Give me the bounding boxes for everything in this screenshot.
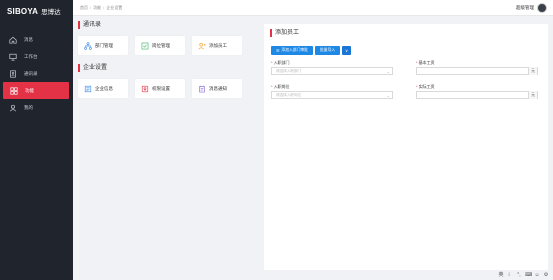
functions-panel: 通讯录 部门管理 岗位管理 添加员工 企业设置 企业信息 权限设置 消息通知	[78, 21, 258, 271]
card-label: 企业信息	[95, 85, 113, 91]
contacts-cards: 部门管理 岗位管理 添加员工	[78, 36, 258, 55]
sidebar-item-label: 通讯录	[24, 70, 38, 76]
logo-text: SIBOYA	[7, 6, 39, 16]
card-label: 添加员工	[209, 42, 227, 48]
add-user-icon	[198, 42, 206, 50]
input-method-bar: 英 ☾ °, ⌨ ☺ ⚙	[498, 271, 549, 279]
sidebar-item-label: 功能	[25, 87, 34, 93]
dept-label: *入职部门	[271, 60, 290, 65]
chevron-down-icon: ⌄	[386, 93, 390, 98]
logo-cn: 思博达	[41, 9, 61, 16]
button-label: 添加入部门审批	[281, 48, 308, 52]
contacts-section-title: 通讯录	[78, 21, 258, 29]
form-title: 添加员工	[270, 29, 299, 37]
add-employee-card[interactable]: 添加员工	[192, 36, 242, 55]
avatar[interactable]	[537, 3, 547, 13]
position-management-card[interactable]: 岗位管理	[135, 36, 185, 55]
bulk-import-button[interactable]: 批量导入	[314, 46, 341, 55]
unit-label: 元	[528, 91, 537, 99]
position-icon	[141, 42, 149, 50]
user-icon	[8, 103, 18, 113]
button-label: 批量导入	[319, 48, 336, 52]
grid-icon	[9, 86, 19, 96]
permission-settings-card[interactable]: 权限设置	[135, 79, 185, 98]
sidebar-item-messages[interactable]: 消息	[0, 31, 73, 48]
chevron-down-icon: ∨	[345, 49, 348, 53]
position-label: *入职岗位	[271, 84, 290, 89]
sidebar-item-functions[interactable]: 功能	[3, 82, 69, 99]
probation-salary-input[interactable]: 元	[416, 91, 538, 99]
add-employee-form: 添加员工 ☰ 添加入部门审批 批量导入 ∨ *入职部门 请选择入职部门 ⌄ *基…	[264, 24, 548, 270]
monitor-icon	[8, 52, 18, 62]
sidebar: SIBOYA 思博达 消息 工作台 通讯录 功能 我的	[0, 0, 73, 280]
sidebar-item-workbench[interactable]: 工作台	[0, 48, 73, 65]
position-select[interactable]: 请选择入职岗位 ⌄	[271, 91, 393, 99]
org-icon	[84, 41, 92, 50]
breadcrumb-home[interactable]: 首页	[80, 5, 88, 10]
company-cards: 企业信息 权限设置 消息通知	[78, 79, 258, 98]
breadcrumb: 首页 / 功能 / 企业设置	[80, 5, 123, 10]
form-action-buttons: ☰ 添加入部门审批 批量导入 ∨	[271, 46, 351, 55]
user-menu[interactable]: 超级管理	[516, 3, 547, 13]
chevron-down-icon: ⌄	[386, 69, 390, 74]
card-label: 权限设置	[152, 85, 170, 91]
breadcrumb-current: 企业设置	[106, 5, 123, 10]
moon-icon[interactable]: ☾	[507, 272, 513, 278]
company-section-title: 企业设置	[78, 64, 258, 72]
sidebar-item-label: 工作台	[24, 53, 38, 59]
sidebar-nav: 消息 工作台 通讯录 功能 我的	[0, 31, 73, 116]
user-name: 超级管理	[516, 5, 534, 10]
sidebar-item-mine[interactable]: 我的	[0, 99, 73, 116]
keyboard-icon[interactable]: ⌨	[525, 272, 532, 278]
home-icon	[8, 35, 18, 45]
notice-icon	[198, 85, 206, 93]
building-icon	[84, 85, 92, 93]
probation-salary-label: *实际工资	[416, 84, 435, 89]
company-info-card[interactable]: 企业信息	[78, 79, 128, 98]
add-dept-approval-button[interactable]: ☰ 添加入部门审批	[271, 46, 313, 55]
card-label: 消息通知	[209, 85, 227, 91]
sidebar-item-label: 消息	[24, 36, 33, 42]
more-actions-button[interactable]: ∨	[342, 46, 351, 55]
breadcrumb-functions[interactable]: 功能	[93, 5, 101, 10]
base-salary-input[interactable]: 元	[416, 67, 538, 75]
list-icon: ☰	[276, 49, 280, 53]
dept-management-card[interactable]: 部门管理	[78, 36, 128, 55]
dept-placeholder: 请选择入职部门	[276, 68, 302, 73]
sidebar-item-contacts[interactable]: 通讯录	[0, 65, 73, 82]
settings-icon[interactable]: ⚙	[543, 272, 549, 278]
card-label: 部门管理	[95, 42, 113, 48]
dept-select[interactable]: 请选择入职部门 ⌄	[271, 67, 393, 75]
punctuation-icon[interactable]: °,	[516, 272, 522, 278]
top-bar: 首页 / 功能 / 企业设置 超级管理	[73, 0, 553, 16]
card-label: 岗位管理	[152, 42, 170, 48]
unit-label: 元	[528, 67, 537, 75]
message-notice-card[interactable]: 消息通知	[192, 79, 242, 98]
position-placeholder: 请选择入职岗位	[276, 92, 302, 97]
brand-logo: SIBOYA 思博达	[7, 5, 61, 17]
ime-mode-icon[interactable]: 英	[498, 271, 504, 278]
contacts-icon	[8, 69, 18, 79]
sidebar-item-label: 我的	[24, 104, 33, 110]
emoji-icon[interactable]: ☺	[534, 272, 540, 278]
base-salary-label: *基本工资	[416, 60, 435, 65]
permission-icon	[141, 85, 149, 93]
